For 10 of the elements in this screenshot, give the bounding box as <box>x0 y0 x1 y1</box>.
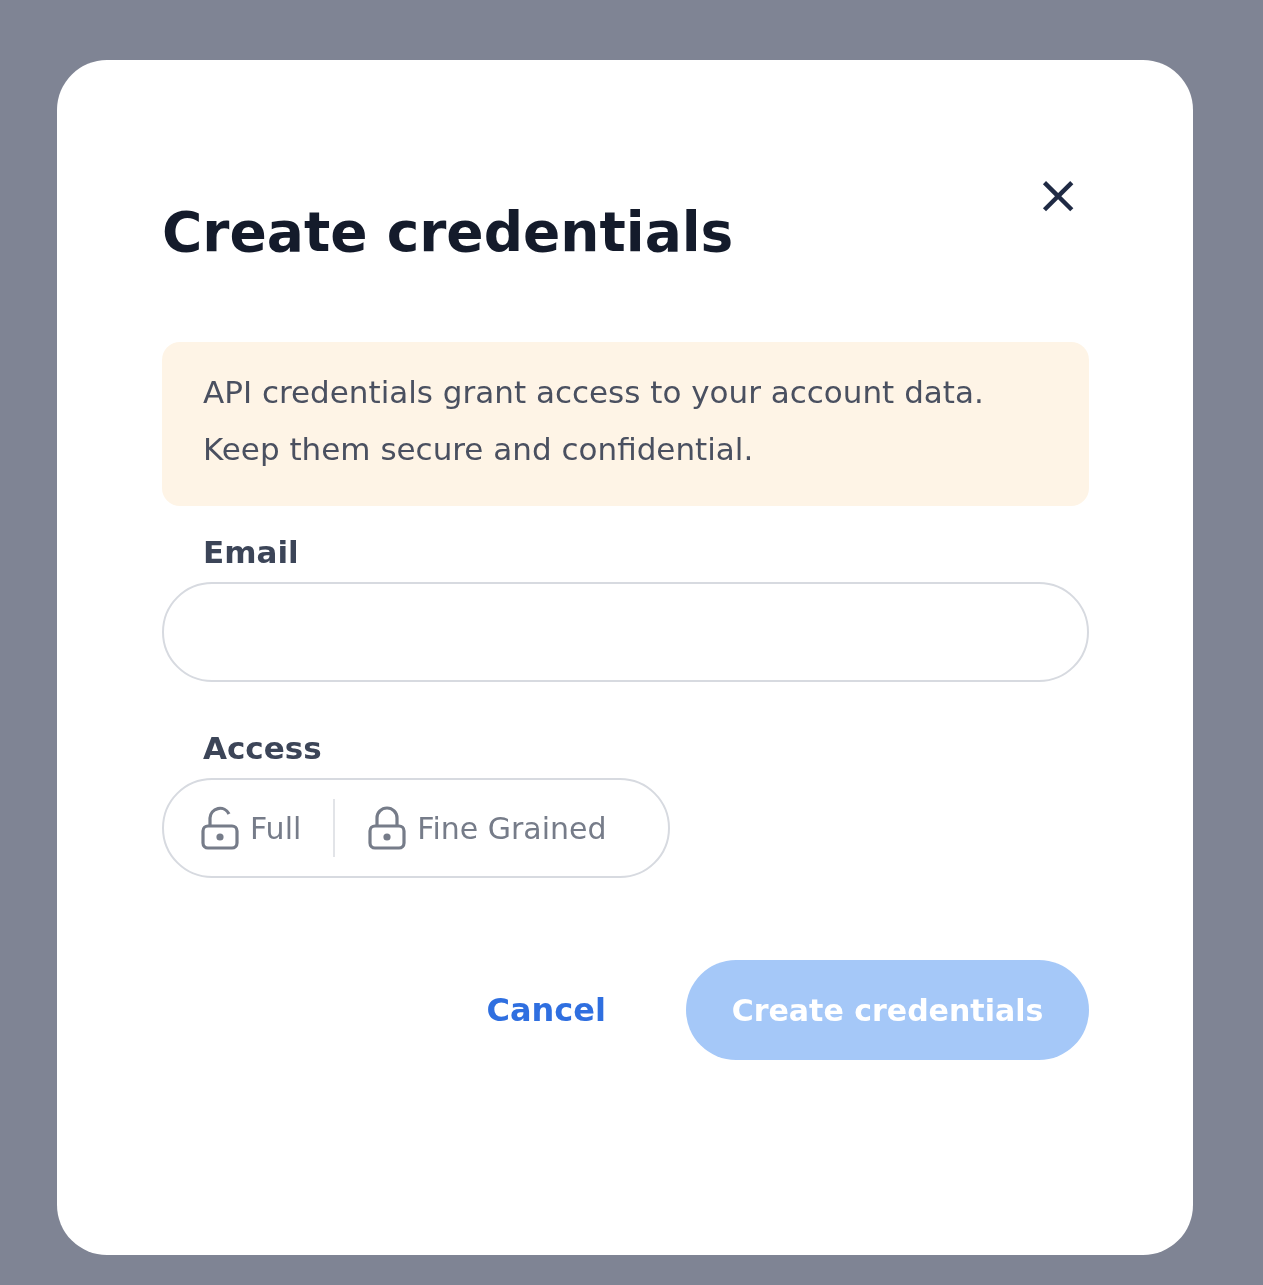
unlocked-padlock-icon <box>200 806 240 850</box>
close-button[interactable]: × <box>1033 170 1083 220</box>
dialog-title: Create credentials <box>162 199 734 266</box>
access-option[interactable]: Fine Grained <box>349 792 625 864</box>
access-option[interactable]: Full <box>182 792 320 864</box>
access-label: Access <box>203 730 323 766</box>
email-label: Email <box>203 534 300 570</box>
padlock-icon <box>367 806 408 850</box>
cancel-link[interactable]: Cancel <box>486 991 606 1029</box>
warning-notice: API credentials grant access to your account data. Keep them secure and confidential. <box>162 342 1089 506</box>
